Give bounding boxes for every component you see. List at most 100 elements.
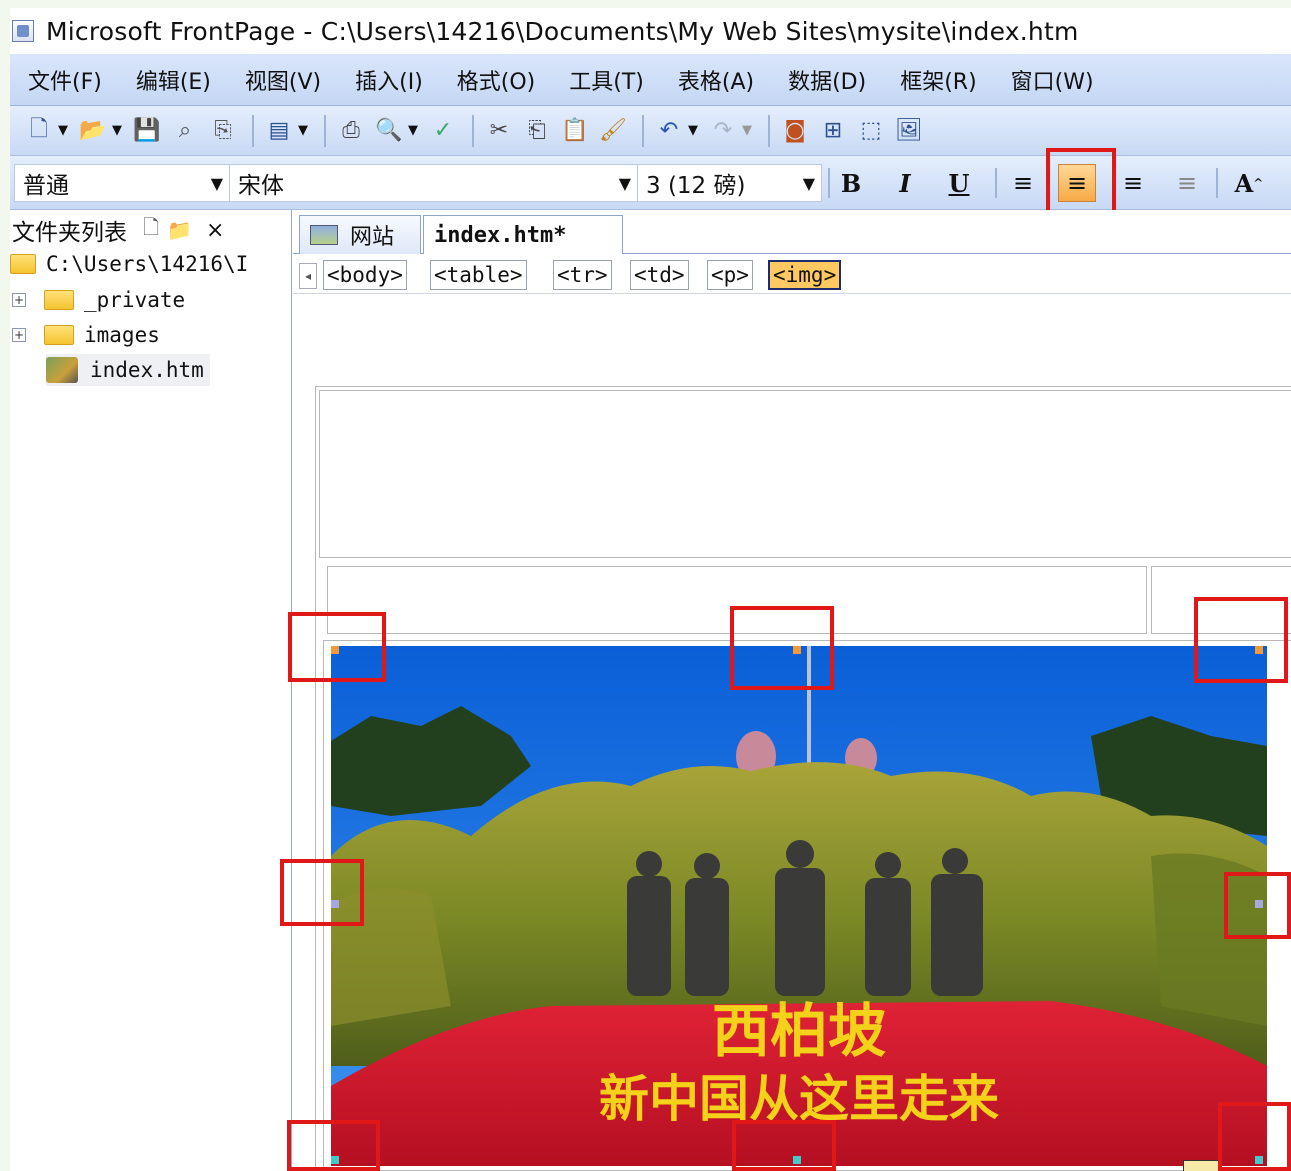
align-right-button[interactable]: ≡: [1114, 164, 1152, 202]
font-size-select[interactable]: 3 (12 磅) ▼: [638, 164, 822, 202]
menu-frames[interactable]: 框架(R): [882, 64, 992, 96]
tab-website[interactable]: 网站: [299, 215, 421, 254]
menu-window[interactable]: 窗口(W): [993, 64, 1110, 96]
website-icon: [310, 225, 338, 245]
redo-icon[interactable]: ↷: [706, 114, 740, 148]
chevron-down-icon: ▼: [210, 174, 223, 193]
highlight-handle-bottom-left: [287, 1120, 380, 1171]
folder-icon: [44, 325, 74, 345]
bold-button[interactable]: B: [832, 164, 870, 202]
menu-view[interactable]: 视图(V): [227, 64, 337, 96]
tag-tr[interactable]: <tr>: [553, 260, 612, 290]
toolbar-separator: [1216, 168, 1218, 198]
tree-root-folder[interactable]: C:\Users\14216\I: [10, 248, 248, 280]
menu-tools[interactable]: 工具(T): [551, 64, 660, 96]
open-folder-icon[interactable]: 📂: [76, 114, 110, 148]
cut-icon[interactable]: ✂: [482, 114, 516, 148]
expand-icon[interactable]: +: [12, 328, 26, 342]
tab-index-label: index.htm*: [434, 223, 567, 248]
title-bar: Microsoft FrontPage - C:\Users\14216\Doc…: [10, 8, 1291, 54]
new-dropdown-icon[interactable]: ▼: [58, 123, 68, 138]
highlight-handle-top-center: [730, 606, 834, 690]
increase-font-size-button[interactable]: A ^: [1230, 164, 1268, 202]
tree-item-label: index.htm: [90, 358, 204, 382]
tree-item-private[interactable]: + _private: [12, 284, 185, 316]
page-editor: 网站 index.htm* ◂ <body> <table> <tr> <td>…: [293, 210, 1291, 1171]
web-component-icon[interactable]: ◙: [778, 114, 812, 148]
highlight-handle-middle-left: [280, 859, 364, 926]
chevron-down-icon: ▼: [618, 174, 631, 193]
justify-button[interactable]: ≡: [1168, 164, 1206, 202]
format-painter-icon[interactable]: 🖌: [596, 114, 630, 148]
tag-img[interactable]: <img>: [768, 260, 842, 290]
undo-icon[interactable]: ↶: [652, 114, 686, 148]
search-icon[interactable]: ⌕: [168, 114, 202, 148]
insert-table-icon[interactable]: ⊞: [816, 114, 850, 148]
paste-icon[interactable]: 📋: [558, 114, 592, 148]
style-select-value: 普通: [23, 173, 69, 199]
preview-icon[interactable]: 🔍: [372, 114, 406, 148]
menu-edit[interactable]: 编辑(E): [118, 64, 227, 96]
tree-item-images[interactable]: + images: [12, 319, 160, 351]
tag-body[interactable]: <body>: [323, 260, 407, 290]
expand-icon[interactable]: +: [12, 293, 26, 307]
toolbar-separator: [828, 168, 830, 198]
tag-p[interactable]: <p>: [707, 260, 753, 290]
preview-dropdown-icon[interactable]: ▼: [408, 123, 418, 138]
document-tabs: 网站 index.htm*: [293, 210, 1291, 255]
table-cell-header[interactable]: [319, 390, 1291, 558]
underline-button[interactable]: U: [940, 164, 978, 202]
copy-icon[interactable]: ⎗: [520, 114, 554, 148]
menu-insert[interactable]: 插入(I): [337, 64, 439, 96]
web-page-icon: [46, 357, 78, 383]
selected-image[interactable]: 西柏坡 新中国从这里走来: [331, 646, 1267, 1166]
toolbar-separator: [642, 114, 644, 147]
tab-website-label: 网站: [350, 225, 395, 250]
folder-icon: [44, 290, 74, 310]
toggle-pane-icon[interactable]: ▤: [262, 114, 296, 148]
font-select[interactable]: 宋体 ▼: [230, 164, 638, 202]
close-icon[interactable]: ×: [206, 218, 224, 243]
toolbar-separator: [324, 114, 326, 147]
print-icon[interactable]: ⎙: [334, 114, 368, 148]
menu-table[interactable]: 表格(A): [660, 64, 770, 96]
menu-data[interactable]: 数据(D): [770, 64, 882, 96]
frontpage-window: Microsoft FrontPage - C:\Users\14216\Doc…: [10, 8, 1291, 1171]
spelling-icon[interactable]: ✓: [426, 114, 460, 148]
publish-icon[interactable]: ⎘: [206, 114, 240, 148]
menu-file[interactable]: 文件(F): [10, 64, 118, 96]
tag-td[interactable]: <td>: [630, 260, 689, 290]
highlight-handle-middle-right: [1224, 872, 1291, 939]
highlight-handle-top-left: [288, 612, 386, 682]
insert-picture-icon[interactable]: 🖼: [892, 114, 926, 148]
tree-item-index[interactable]: index.htm: [46, 354, 210, 386]
tag-table[interactable]: <table>: [430, 260, 527, 290]
window-title: Microsoft FrontPage - C:\Users\14216\Doc…: [46, 16, 1079, 46]
new-folder-icon[interactable]: 📁: [167, 218, 192, 242]
picture-actions-icon[interactable]: [1183, 1160, 1219, 1171]
new-page-icon[interactable]: 🗋: [143, 213, 159, 247]
undo-dropdown-icon[interactable]: ▼: [688, 123, 698, 138]
pane-dropdown-icon[interactable]: ▼: [298, 123, 308, 138]
insert-layer-icon[interactable]: ⬚: [854, 114, 888, 148]
folder-icon: [10, 254, 36, 274]
new-page-icon[interactable]: 🗋: [22, 114, 56, 148]
chevron-down-icon: ▼: [802, 174, 815, 193]
memorial-photo: 西柏坡 新中国从这里走来: [331, 646, 1267, 1166]
toolbar-separator: [768, 114, 770, 147]
style-select[interactable]: 普通 ▼: [14, 164, 230, 202]
folder-list-panel: 文件夹列表 🗋 📁 × C:\Users\14216\I + _private …: [10, 210, 292, 1171]
font-size-select-value: 3 (12 磅): [646, 173, 746, 199]
save-icon[interactable]: 💾: [130, 114, 164, 148]
align-left-button[interactable]: ≡: [1004, 164, 1042, 202]
italic-button[interactable]: I: [886, 164, 924, 202]
highlight-handle-bottom-right: [1218, 1102, 1291, 1171]
menu-format[interactable]: 格式(O): [439, 64, 551, 96]
frontpage-app-icon[interactable]: [12, 20, 34, 42]
open-dropdown-icon[interactable]: ▼: [112, 123, 122, 138]
redo-dropdown-icon[interactable]: ▼: [742, 123, 752, 138]
scroll-left-icon[interactable]: ◂: [299, 263, 317, 289]
tab-index-htm[interactable]: index.htm*: [423, 215, 623, 255]
tree-item-label: _private: [84, 288, 186, 312]
design-canvas[interactable]: 西柏坡 新中国从这里走来: [293, 294, 1291, 1171]
